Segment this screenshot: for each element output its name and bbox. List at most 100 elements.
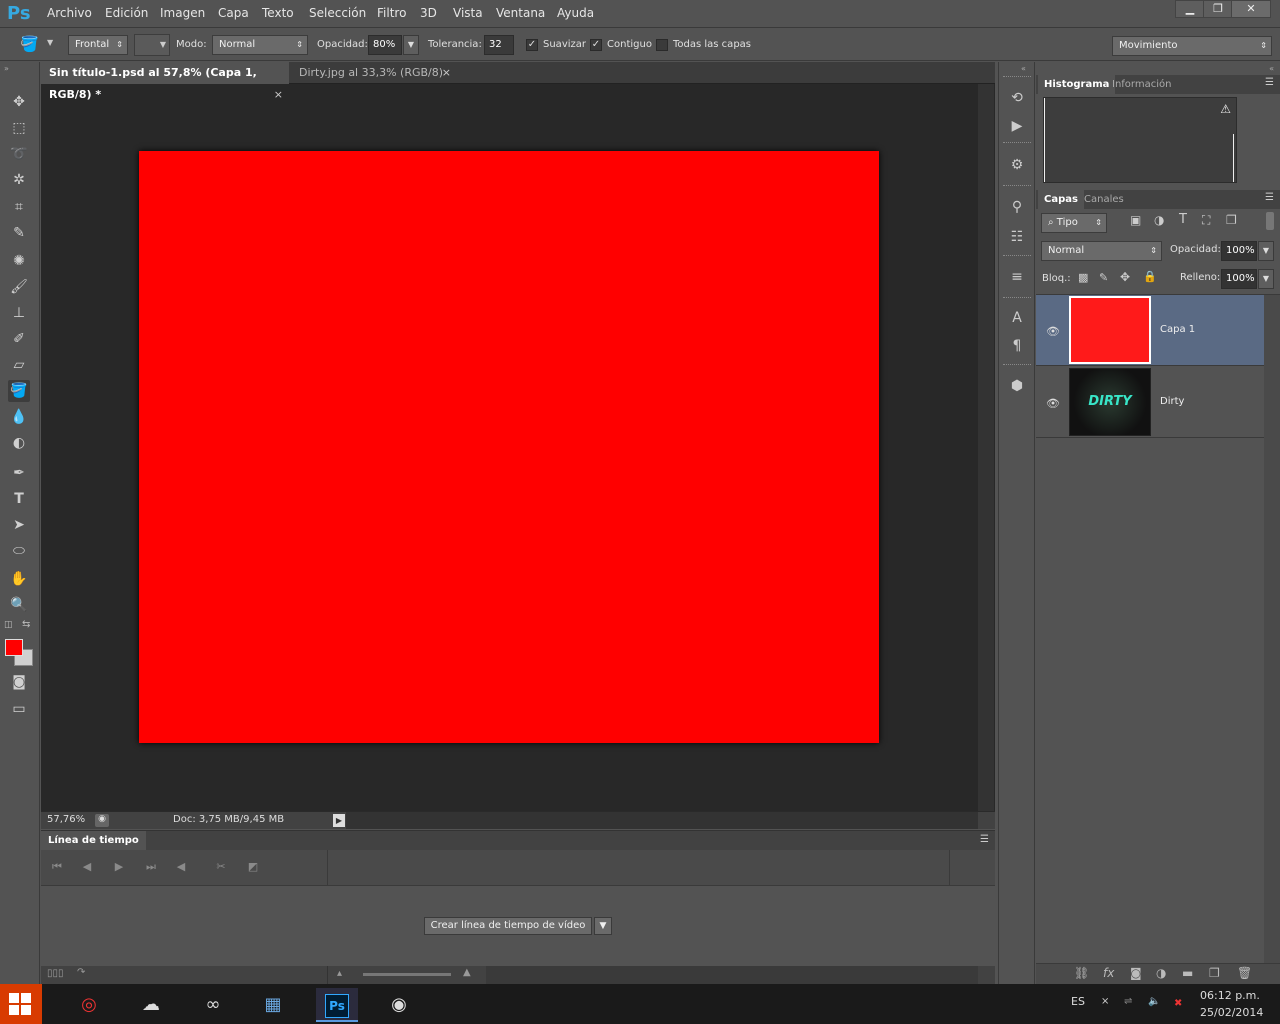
default-colors-icon[interactable]: ◫	[4, 620, 13, 630]
lock-position-icon[interactable]: ✥	[1120, 270, 1130, 284]
opacity-slider-button[interactable]: ▼	[1258, 241, 1274, 261]
mode-select[interactable]: Normal ⇕	[212, 35, 308, 55]
cloud-app-icon[interactable]: ☁	[130, 988, 172, 1022]
convert-icon[interactable]: ↷	[77, 967, 85, 978]
new-group-icon[interactable]: ▬	[1182, 966, 1193, 980]
tab-histograma[interactable]: Histograma	[1038, 75, 1116, 94]
status-menu-arrow-icon[interactable]: ▶	[333, 814, 345, 827]
visibility-eye-icon[interactable]: 👁	[1046, 325, 1060, 338]
menu-texto[interactable]: Texto	[262, 6, 294, 20]
action-center-icon[interactable]: ✖	[1174, 998, 1182, 1009]
workspace-select[interactable]: Movimiento ⇕	[1112, 36, 1272, 56]
lock-all-icon[interactable]: 🔒	[1143, 270, 1157, 283]
layer-row-dirty[interactable]: 👁 DIRTY Dirty	[1036, 367, 1264, 438]
filter-toggle[interactable]	[1266, 212, 1274, 230]
paint-bucket-icon[interactable]: 🪣	[20, 35, 42, 55]
blur-tool-icon[interactable]: 💧	[8, 406, 30, 428]
healing-brush-tool-icon[interactable]: ✺	[8, 250, 30, 272]
timeline-scrollbar[interactable]	[486, 966, 978, 984]
history-icon[interactable]: ⟲	[1007, 88, 1027, 108]
menu-archivo[interactable]: Archivo	[47, 6, 92, 20]
fill-source-select[interactable]: Frontal ⇕	[68, 35, 128, 55]
hand-tool-icon[interactable]: ✋	[8, 568, 30, 590]
screen-mode-icon[interactable]: ▭	[8, 698, 30, 720]
tab-dirty[interactable]: Dirty.jpg al 33,3% (RGB/8) ×	[291, 62, 457, 84]
magic-wand-tool-icon[interactable]: ✲	[8, 169, 30, 191]
menu-ayuda[interactable]: Ayuda	[557, 6, 594, 20]
fill-slider-button[interactable]: ▼	[1258, 269, 1274, 289]
link-app-icon[interactable]: ∞	[192, 988, 234, 1022]
close-button[interactable]: ✕	[1231, 0, 1271, 18]
eyedropper-tool-icon[interactable]: ✎	[8, 222, 30, 244]
zoom-out-icon[interactable]: ▴	[337, 968, 342, 979]
timeline-tab[interactable]: Línea de tiempo	[41, 831, 146, 850]
swap-colors-icon[interactable]: ⇆	[22, 619, 30, 630]
panel-menu-icon[interactable]: ☰	[980, 834, 989, 845]
fx-icon[interactable]: fx	[1103, 966, 1114, 980]
menu-seleccion[interactable]: Selección	[309, 6, 366, 20]
timeline-type-dropdown-icon[interactable]: ▼	[594, 917, 612, 935]
foreground-color-swatch[interactable]	[5, 639, 23, 656]
adjustment-layer-icon[interactable]: ◑	[1156, 966, 1166, 980]
horizontal-scrollbar[interactable]	[346, 812, 978, 829]
menu-filtro[interactable]: Filtro	[377, 6, 406, 20]
canvas[interactable]	[139, 151, 879, 743]
actions-play-icon[interactable]: ▶	[1007, 116, 1027, 136]
blend-mode-select[interactable]: Normal ⇕	[1041, 241, 1162, 261]
file-explorer-icon[interactable]: ▦	[252, 988, 294, 1022]
3d-cube-icon[interactable]: ⬢	[1007, 376, 1027, 396]
filter-smart-object-icon[interactable]: ❐	[1226, 213, 1237, 227]
filter-shape-icon[interactable]: ⛶	[1202, 213, 1210, 228]
layer-filter-select[interactable]: ⌕ Tipo ⇕	[1041, 213, 1107, 233]
start-button[interactable]	[0, 984, 42, 1024]
zoom-in-icon[interactable]: ▲	[463, 967, 471, 978]
first-frame-icon[interactable]: ⏮	[47, 860, 67, 876]
media-app-icon[interactable]: ◉	[378, 988, 420, 1022]
panel-menu-icon[interactable]: ☰	[1265, 77, 1274, 88]
opacity-field[interactable]: 80%	[368, 35, 402, 55]
menu-imagen[interactable]: Imagen	[160, 6, 205, 20]
history-brush-tool-icon[interactable]: ✐	[8, 328, 30, 350]
filter-pixel-icon[interactable]: ▣	[1130, 213, 1141, 227]
tolerance-field[interactable]: 32	[484, 35, 514, 55]
type-tool-icon[interactable]: T	[8, 488, 30, 510]
properties-icon[interactable]: ⚙	[1007, 155, 1027, 175]
menu-3d[interactable]: 3D	[420, 6, 437, 20]
next-frame-icon[interactable]: ⏭	[141, 860, 161, 876]
previous-frame-icon[interactable]: ◀︎	[77, 860, 97, 876]
opacity-slider-button[interactable]: ▼	[403, 35, 419, 55]
tool-preset-arrow-icon[interactable]: ▼	[47, 38, 53, 47]
layer-name[interactable]: Dirty	[1160, 396, 1184, 407]
lock-transparency-icon[interactable]: ▩	[1078, 271, 1088, 284]
transition-icon[interactable]: ◩	[243, 860, 263, 876]
create-video-timeline-button[interactable]: Crear línea de tiempo de vídeo	[424, 917, 592, 935]
dodge-tool-icon[interactable]: ◐	[8, 432, 30, 454]
add-mask-icon[interactable]: ◙	[1130, 966, 1142, 980]
volume-icon[interactable]: 🔈	[1148, 996, 1160, 1007]
tab-sin-titulo[interactable]: Sin título-1.psd al 57,8% (Capa 1, RGB/8…	[41, 62, 289, 101]
play-icon[interactable]: ▶	[109, 860, 129, 876]
zoom-tool-icon[interactable]: 🔍	[8, 594, 30, 616]
opera-app-icon[interactable]: ◎	[68, 988, 110, 1022]
contiguous-checkbox[interactable]: ✓	[590, 39, 602, 51]
scissors-icon[interactable]: ✂	[211, 860, 231, 876]
brush-presets-icon[interactable]: ⚲	[1007, 197, 1027, 217]
menu-capa[interactable]: Capa	[218, 6, 249, 20]
restore-button[interactable]: ❐	[1203, 0, 1233, 18]
link-layers-icon[interactable]: ⛓	[1074, 966, 1089, 980]
preview-icon[interactable]: ◉	[95, 814, 109, 827]
zoom-slider[interactable]	[363, 973, 451, 976]
clock-time[interactable]: 06:12 p.m.	[1200, 989, 1260, 1002]
panel-menu-icon[interactable]: ☰	[1265, 192, 1274, 203]
path-selection-tool-icon[interactable]: ➤	[8, 514, 30, 536]
language-indicator[interactable]: ES	[1071, 995, 1085, 1008]
clone-source-icon[interactable]: ≡	[1007, 267, 1027, 287]
filter-type-icon[interactable]: T	[1179, 212, 1187, 227]
tray-icon[interactable]: ⨯	[1101, 996, 1109, 1007]
menu-edicion[interactable]: Edición	[105, 6, 148, 20]
crop-tool-icon[interactable]: ⌗	[8, 196, 30, 218]
photoshop-app-icon[interactable]: Ps	[316, 988, 358, 1022]
pattern-picker[interactable]: ▼	[134, 34, 170, 56]
filter-adjustment-icon[interactable]: ◑	[1154, 213, 1164, 227]
menu-ventana[interactable]: Ventana	[496, 6, 545, 20]
